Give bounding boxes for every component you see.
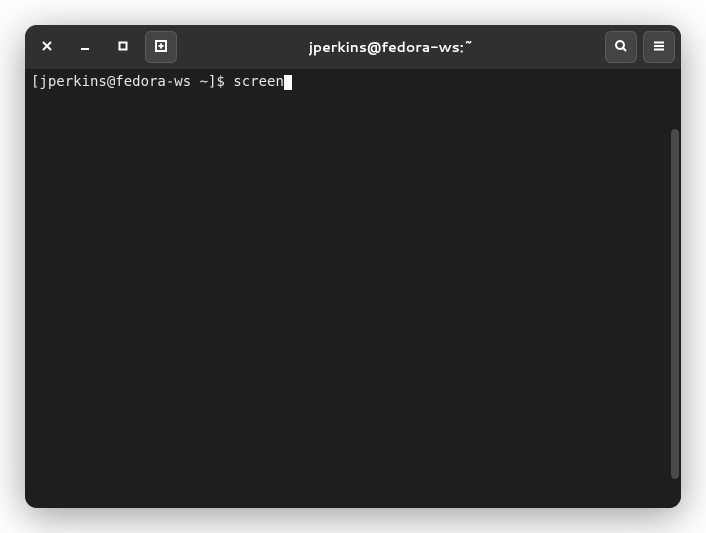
window-title: jperkins@fedora-ws:~ [183,37,599,57]
terminal-window: jperkins@fedora-ws:~ [jperkins@fedora-ws… [25,25,681,508]
terminal-content[interactable]: [jperkins@fedora-ws ~]$ screen [25,69,681,508]
minimize-button[interactable] [69,31,101,63]
terminal-line: [jperkins@fedora-ws ~]$ screen [31,73,675,91]
maximize-button[interactable] [107,31,139,63]
close-icon [40,39,54,56]
shell-prompt: [jperkins@fedora-ws ~]$ [31,74,233,90]
search-button[interactable] [605,31,637,63]
minimize-icon [78,39,92,56]
cursor [284,75,292,90]
titlebar: jperkins@fedora-ws:~ [25,25,681,69]
new-tab-button[interactable] [145,31,177,63]
titlebar-right-controls [605,31,675,63]
typed-command: screen [233,74,284,90]
maximize-icon [116,39,130,56]
menu-button[interactable] [643,31,675,63]
new-tab-icon [154,39,168,56]
search-icon [614,39,628,56]
close-button[interactable] [31,31,63,63]
scrollbar[interactable] [671,129,679,479]
hamburger-icon [652,39,666,56]
titlebar-left-controls [31,31,177,63]
